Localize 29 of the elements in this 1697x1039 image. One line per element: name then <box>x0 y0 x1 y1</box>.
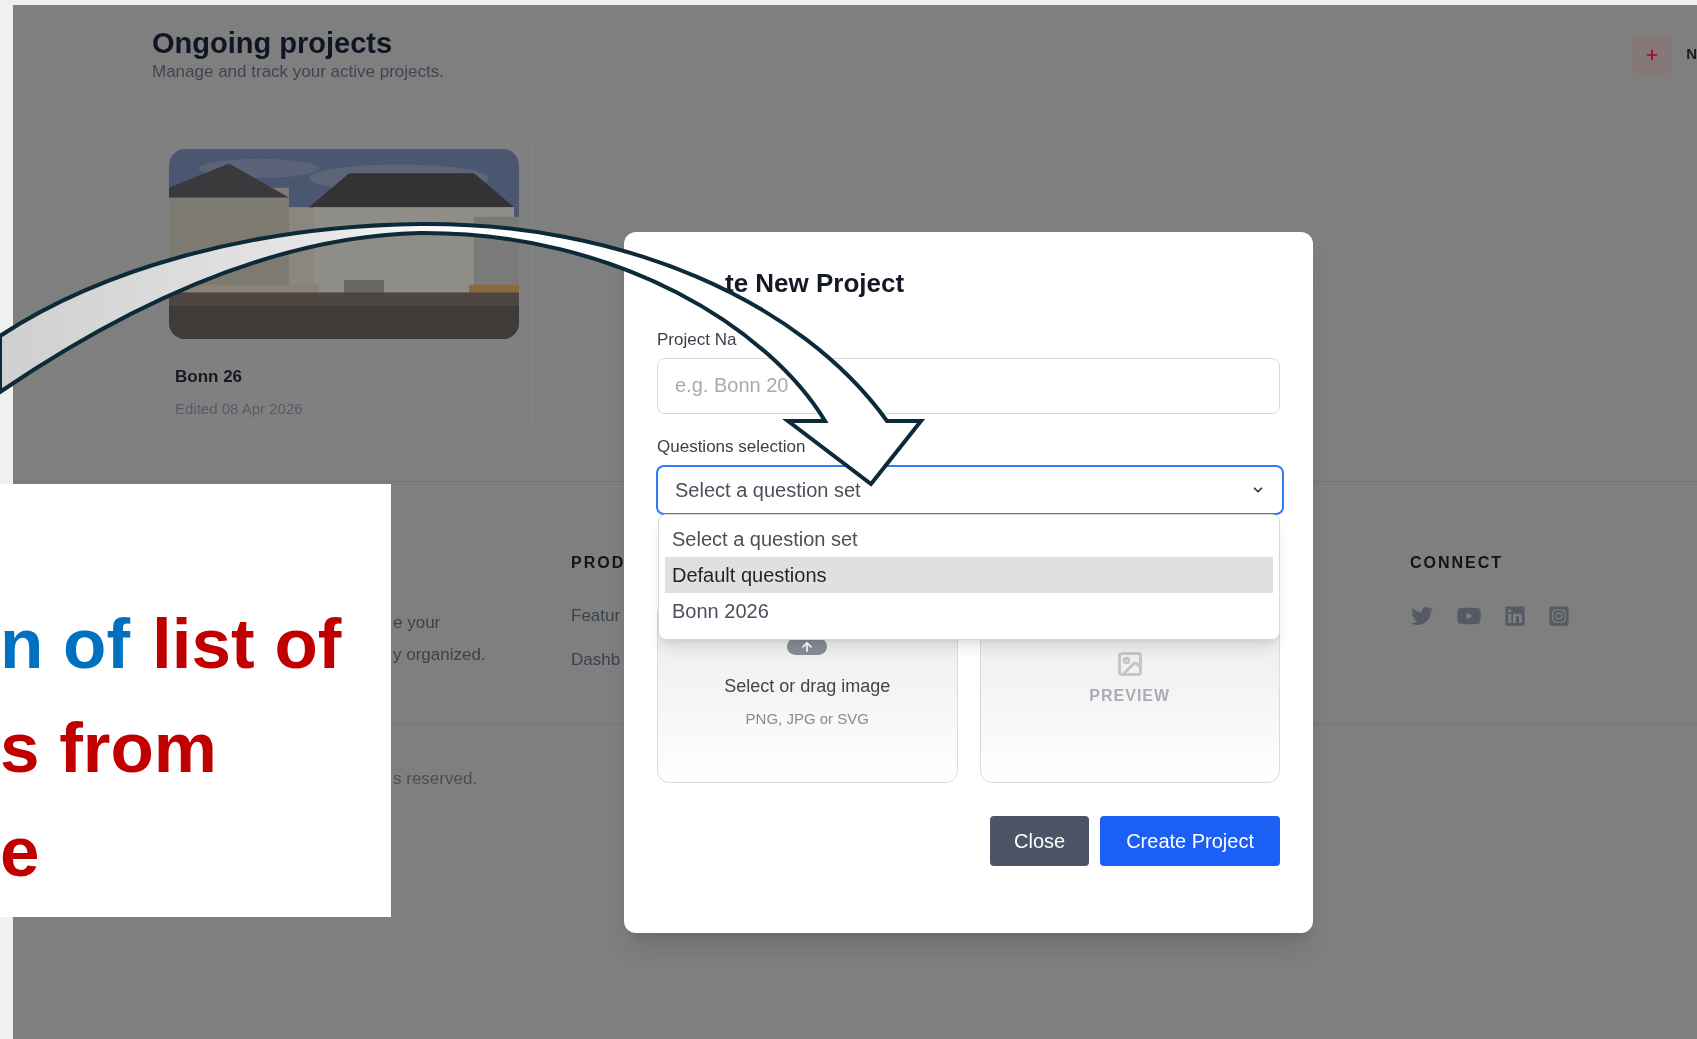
field-label: Project Na <box>657 329 737 351</box>
footer-heading: PROD <box>571 553 626 573</box>
page-title: Ongoing projects <box>152 26 394 61</box>
footer-heading: CONNECT <box>1410 553 1504 573</box>
footer-about-text: y organized. <box>393 643 486 666</box>
dropdown-option[interactable]: Select a question set <box>665 521 1273 557</box>
linkedin-icon[interactable] <box>1504 605 1526 627</box>
close-button[interactable]: Close <box>990 816 1090 866</box>
modal-title: te New Project <box>724 267 906 299</box>
annotation-text: e <box>0 811 40 893</box>
new-project-label: N <box>1686 44 1697 65</box>
instagram-icon[interactable] <box>1548 605 1570 627</box>
preview-label: PREVIEW <box>1089 686 1171 706</box>
new-project-button[interactable] <box>1632 34 1673 75</box>
upload-title: Select or drag image <box>724 675 891 698</box>
youtube-icon[interactable] <box>1456 605 1482 627</box>
page-subtitle: Manage and track your active projects. <box>152 61 444 83</box>
upload-hint: PNG, JPG or SVG <box>745 709 869 729</box>
annotation-text: s from <box>0 707 217 789</box>
project-name: Bonn 26 <box>175 366 244 388</box>
field-label: Questions selection <box>657 435 806 458</box>
footer-about-text: e your <box>393 612 441 634</box>
dropdown-option[interactable]: Default questions <box>665 557 1273 593</box>
project-name-field[interactable]: e.g. Bonn 20 <box>657 357 1280 414</box>
annotation-text: list of <box>152 603 342 685</box>
image-icon <box>1115 650 1144 678</box>
create-project-button[interactable]: Create Project <box>1100 816 1280 866</box>
annotation-text: n of <box>0 603 131 685</box>
twitter-icon[interactable] <box>1410 605 1434 627</box>
